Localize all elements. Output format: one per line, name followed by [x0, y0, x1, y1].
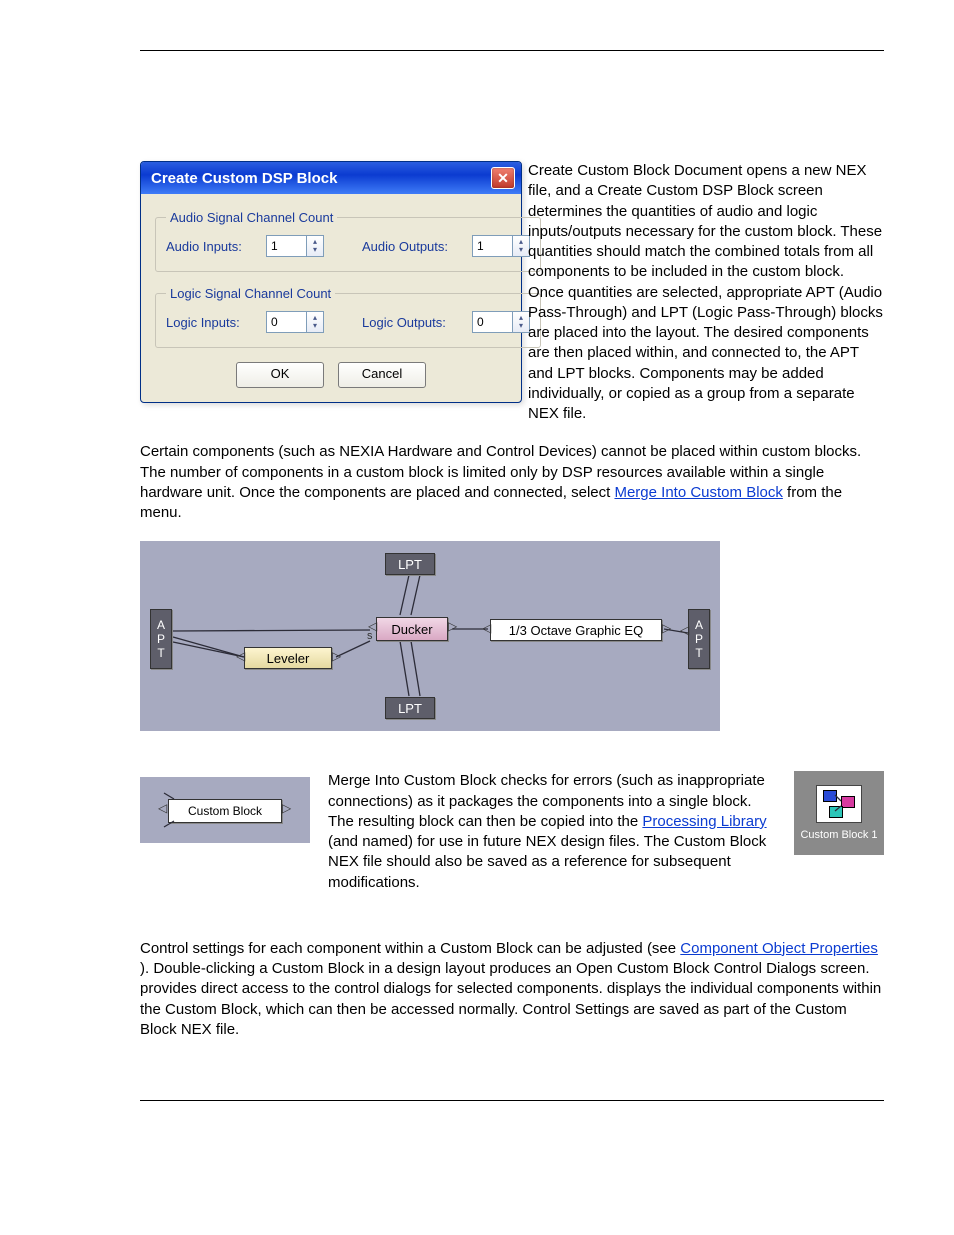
- audio-signal-group: Audio Signal Channel Count Audio Inputs:…: [155, 210, 541, 272]
- logic-inputs-label: Logic Inputs:: [166, 315, 252, 330]
- intro-paragraph: Create Custom Block Document opens a new…: [528, 161, 884, 424]
- lpt-top-block: LPT: [385, 553, 435, 575]
- custom-block-thumbnail-right: Custom Block 1: [794, 771, 884, 855]
- logic-outputs-stepper[interactable]: 0 ▴▾: [472, 311, 530, 333]
- custom-block-icon: [816, 785, 862, 823]
- logic-signal-group: Logic Signal Channel Count Logic Inputs:…: [155, 286, 541, 348]
- audio-group-legend: Audio Signal Channel Count: [166, 210, 337, 225]
- header-rule: [140, 50, 884, 51]
- logic-group-legend: Logic Signal Channel Count: [166, 286, 335, 301]
- signal-flow-diagram: APT APT LPT LPT Leveler Ducker s 1/3 Oct…: [140, 541, 720, 731]
- paragraph-2: Certain components (such as NEXIA Hardwa…: [140, 442, 884, 523]
- leveler-block: Leveler: [244, 647, 332, 669]
- custom-block-thumbnail-left: ◁ Custom Block ▷: [140, 777, 310, 843]
- cancel-button[interactable]: Cancel: [338, 362, 426, 388]
- graphic-eq-block: 1/3 Octave Graphic EQ: [490, 619, 662, 641]
- apt-right-block: APT: [688, 609, 710, 669]
- lpt-bottom-block: LPT: [385, 697, 435, 719]
- logic-inputs-stepper[interactable]: 0 ▴▾: [266, 311, 324, 333]
- audio-outputs-stepper[interactable]: 1 ▴▾: [472, 235, 530, 257]
- logic-outputs-label: Logic Outputs:: [362, 315, 458, 330]
- custom-block-icon-label: Custom Block 1: [800, 829, 877, 841]
- close-icon[interactable]: ✕: [491, 167, 515, 189]
- processing-library-link[interactable]: Processing Library: [642, 813, 766, 830]
- create-custom-dsp-dialog: Create Custom DSP Block ✕ Audio Signal C…: [140, 161, 522, 403]
- ducker-block: Ducker s: [376, 617, 448, 641]
- audio-inputs-stepper[interactable]: 1 ▴▾: [266, 235, 324, 257]
- audio-inputs-label: Audio Inputs:: [166, 239, 252, 254]
- paragraph-4: Control settings for each component with…: [140, 939, 884, 1040]
- component-object-properties-link[interactable]: Component Object Properties: [680, 940, 878, 957]
- ok-button[interactable]: OK: [236, 362, 324, 388]
- paragraph-3: Merge Into Custom Block checks for error…: [328, 771, 776, 893]
- dialog-titlebar: Create Custom DSP Block ✕: [141, 162, 521, 194]
- dialog-title: Create Custom DSP Block: [151, 170, 337, 187]
- apt-left-block: APT: [150, 609, 172, 669]
- footer-rule: [140, 1100, 884, 1101]
- audio-outputs-label: Audio Outputs:: [362, 239, 458, 254]
- merge-into-custom-block-link[interactable]: Merge Into Custom Block: [614, 484, 782, 501]
